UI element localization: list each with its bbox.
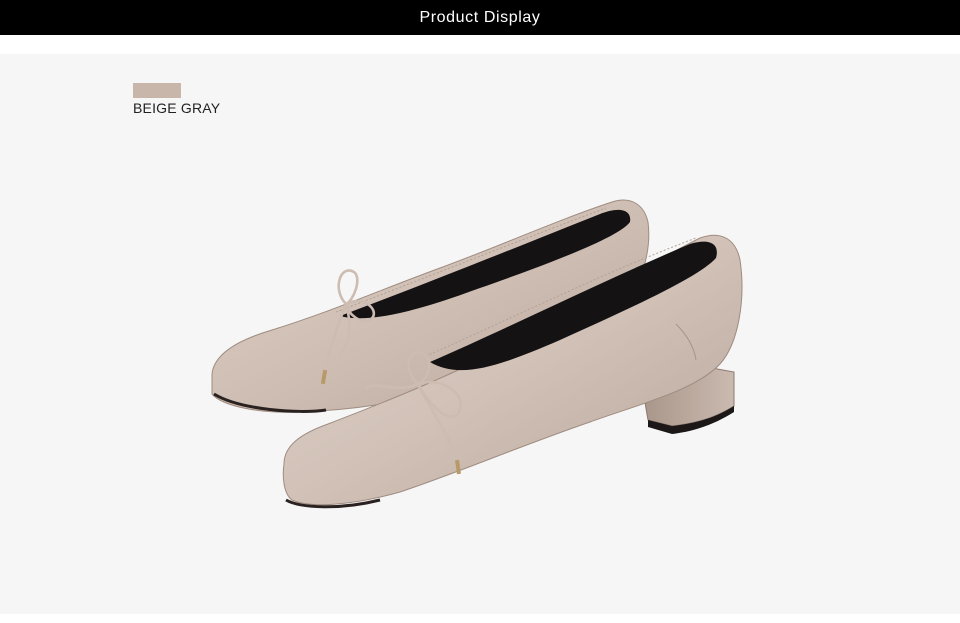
product-display-area: BEIGE GRAY: [0, 54, 960, 614]
header-title: Product Display: [419, 8, 541, 26]
header-bar: Product Display: [0, 0, 960, 35]
product-image: [211, 199, 743, 509]
